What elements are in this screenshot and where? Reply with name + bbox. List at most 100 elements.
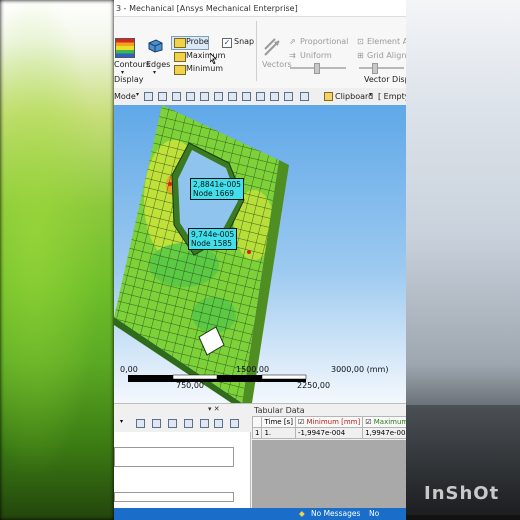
probe-icon — [174, 38, 186, 48]
status-messages[interactable]: No Messages — [311, 508, 360, 520]
zoom-icon[interactable] — [152, 419, 161, 428]
display-group-label: Display — [114, 75, 144, 84]
scale-tick-4: 3000,00 (mm) — [331, 365, 389, 374]
column-header-minimum[interactable]: ☑ Minimum [mm] — [294, 416, 364, 428]
chevron-down-icon[interactable]: ▾ — [136, 91, 139, 98]
select-mode-dropdown[interactable]: Mode — [114, 92, 136, 101]
edges-button-label[interactable]: Edges — [146, 60, 170, 69]
bottom-panels: ▾ ✕ ▾ Tabular Data Time [s] ☑ Minimum [m… — [114, 403, 406, 509]
table-header-row: Time [s] ☑ Minimum [mm] ☑ Maximum [ — [251, 416, 406, 428]
cell-minimum: -1,9947e-004 — [294, 427, 364, 439]
probe-marker-1 — [168, 182, 172, 186]
mouse-cursor-icon — [210, 53, 217, 64]
grid-aligned-icon: ⊞ — [357, 51, 364, 60]
hide-icon[interactable] — [284, 92, 293, 101]
chevron-down-icon[interactable]: ▾ — [120, 418, 128, 426]
vector-display-group-label: Vector Displa — [364, 75, 406, 84]
select-vertex-icon[interactable] — [144, 92, 153, 101]
edges-icon[interactable] — [147, 39, 163, 53]
probe-value-2: 9,744e-005 — [191, 230, 235, 239]
select-body-icon[interactable] — [186, 92, 195, 101]
clipboard-dropdown[interactable]: Clipboard — [335, 92, 373, 101]
column-header-maximum[interactable]: ☑ Maximum [ — [362, 416, 406, 428]
scale-tick-2: 1500,00 — [236, 365, 270, 374]
messages-icon[interactable]: ◆ — [299, 508, 305, 520]
scale-bar-segment — [261, 374, 307, 380]
vector-length-slider-thumb[interactable] — [314, 63, 320, 74]
probe-node-2: Node 1585 — [191, 239, 233, 248]
list-alt-icon[interactable] — [214, 419, 223, 428]
uniform-icon: ⇉ — [289, 51, 296, 60]
select-edge-icon[interactable] — [158, 92, 167, 101]
scale-tick-3: 2250,00 — [297, 381, 331, 390]
contours-button-label[interactable]: Contours — [114, 60, 150, 69]
select-face-icon[interactable] — [172, 92, 181, 101]
fit-icon[interactable] — [168, 419, 177, 428]
minimum-icon — [174, 65, 186, 75]
scale-tick-1: 750,00 — [176, 381, 204, 390]
show-icon[interactable] — [300, 92, 309, 101]
chevron-down-icon[interactable]: ▾ — [369, 91, 372, 98]
select-element-face-icon[interactable] — [228, 92, 237, 101]
pane-controls[interactable]: ▾ ✕ — [208, 405, 248, 414]
vectors-icon[interactable] — [263, 37, 283, 59]
proportional-option[interactable]: Proportional — [300, 37, 348, 46]
timeline-bar[interactable] — [114, 492, 234, 502]
blurred-background-right — [406, 0, 520, 520]
tabular-data-title: Tabular Data — [254, 406, 305, 415]
ribbon-divider — [256, 21, 257, 81]
clipboard-icon[interactable] — [324, 92, 333, 101]
inshot-watermark: InShOt — [424, 483, 500, 504]
probe-label-1[interactable]: 2,8841e-005 Node 1669 — [190, 178, 244, 200]
maximum-icon — [174, 52, 186, 62]
extend-selection-icon[interactable] — [270, 92, 279, 101]
grid-icon[interactable] — [184, 419, 193, 428]
maximum-button-label[interactable]: Maximum — [186, 51, 225, 60]
graph-pane — [114, 432, 251, 509]
graphics-toolbar: Mode ▾ Clipboard ▾ [ Empty — [114, 88, 406, 106]
select-element-icon[interactable] — [214, 92, 223, 101]
snap-label: Snap — [234, 37, 255, 46]
select-all-icon[interactable] — [256, 92, 265, 101]
tabular-empty-area — [252, 440, 406, 509]
contours-icon[interactable] — [115, 38, 135, 58]
graphics-viewport[interactable]: 2,8841e-005 Node 1669 9,744e-005 Node 15… — [114, 105, 406, 403]
vector-density-slider-thumb[interactable] — [372, 63, 378, 74]
table-row[interactable]: 1 1. -1,9947e-004 1,9947e-004 — [251, 427, 406, 439]
pane-tool-icon[interactable] — [136, 419, 145, 428]
list-icon[interactable] — [200, 419, 209, 428]
scale-tick-0: 0,00 — [120, 365, 138, 374]
vector-density-slider[interactable] — [359, 67, 404, 69]
grid-aligned-option[interactable]: Grid Aligne — [367, 51, 406, 60]
status-selection: No Selectio — [369, 509, 380, 518]
column-header-time[interactable]: Time [s] — [261, 416, 296, 428]
mesh-contour-plot[interactable] — [114, 105, 406, 403]
probe-marker-2 — [247, 250, 251, 254]
window-title: 3 - Mechanical [Ansys Mechanical Enterpr… — [114, 0, 406, 17]
blurred-background-left — [0, 0, 114, 520]
display-ribbon: Contours ▾ Edges ▾ Display Probe ✓ Snap … — [114, 17, 406, 89]
probe-button-label[interactable]: Probe — [186, 37, 209, 46]
chevron-down-icon[interactable]: ▾ — [153, 69, 156, 76]
minimum-button-label[interactable]: Minimum — [186, 64, 223, 73]
scale-bar-segment — [172, 374, 218, 380]
pane-options-icon[interactable] — [230, 419, 239, 428]
select-mesh-icon[interactable] — [242, 92, 251, 101]
mesh-grid — [114, 105, 279, 403]
element-aligned-icon: ⊡ — [357, 37, 364, 46]
uniform-option[interactable]: Uniform — [300, 51, 332, 60]
proportional-icon: ⇗ — [289, 37, 296, 46]
vectors-label[interactable]: Vectors — [262, 60, 292, 69]
probe-label-2[interactable]: 9,744e-005 Node 1585 — [188, 228, 238, 250]
probe-value-1: 2,8841e-005 — [193, 180, 241, 189]
ansys-mechanical-window: 3 - Mechanical [Ansys Mechanical Enterpr… — [114, 0, 406, 520]
cell-maximum: 1,9947e-004 — [362, 427, 406, 439]
scale-bar-base — [128, 379, 306, 382]
tabular-data-table: Time [s] ☑ Minimum [mm] ☑ Maximum [ 1 1.… — [251, 416, 406, 439]
select-node-icon[interactable] — [200, 92, 209, 101]
graph-area — [114, 447, 234, 467]
snap-checkbox[interactable]: ✓ — [222, 38, 232, 48]
status-bar: ◆ No Messages No Selectio — [114, 508, 406, 520]
cell-time: 1. — [261, 427, 296, 439]
element-aligned-option[interactable]: Element Ali — [367, 37, 406, 46]
